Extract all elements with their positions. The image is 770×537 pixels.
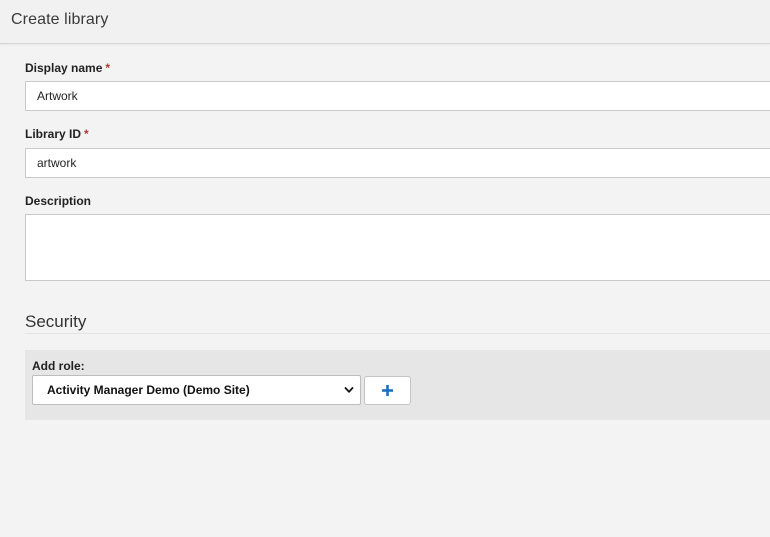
add-role-button[interactable]: [364, 376, 411, 405]
library-id-label: Library ID *: [25, 127, 89, 141]
library-id-input[interactable]: [25, 148, 770, 178]
plus-icon: [382, 385, 393, 396]
display-name-label-text: Display name: [25, 61, 103, 75]
description-textarea[interactable]: [25, 214, 770, 281]
section-divider: [25, 333, 770, 334]
description-label: Description: [25, 194, 91, 208]
add-role-label: Add role:: [32, 359, 85, 373]
required-asterisk: *: [105, 61, 111, 75]
role-select-value: Activity Manager Demo (Demo Site): [47, 383, 250, 397]
add-role-panel: Add role: Activity Manager Demo (Demo Si…: [25, 350, 770, 420]
description-label-text: Description: [25, 194, 92, 208]
chevron-down-icon: [344, 387, 354, 393]
display-name-input[interactable]: [25, 81, 770, 111]
security-section-title: Security: [25, 312, 87, 331]
required-asterisk: *: [84, 127, 89, 141]
role-select[interactable]: Activity Manager Demo (Demo Site): [32, 375, 361, 405]
display-name-label: Display name *: [25, 61, 110, 75]
page-title: Create library: [11, 11, 109, 28]
page-header: Create library: [0, 0, 770, 44]
library-id-label-text: Library ID: [25, 127, 82, 141]
